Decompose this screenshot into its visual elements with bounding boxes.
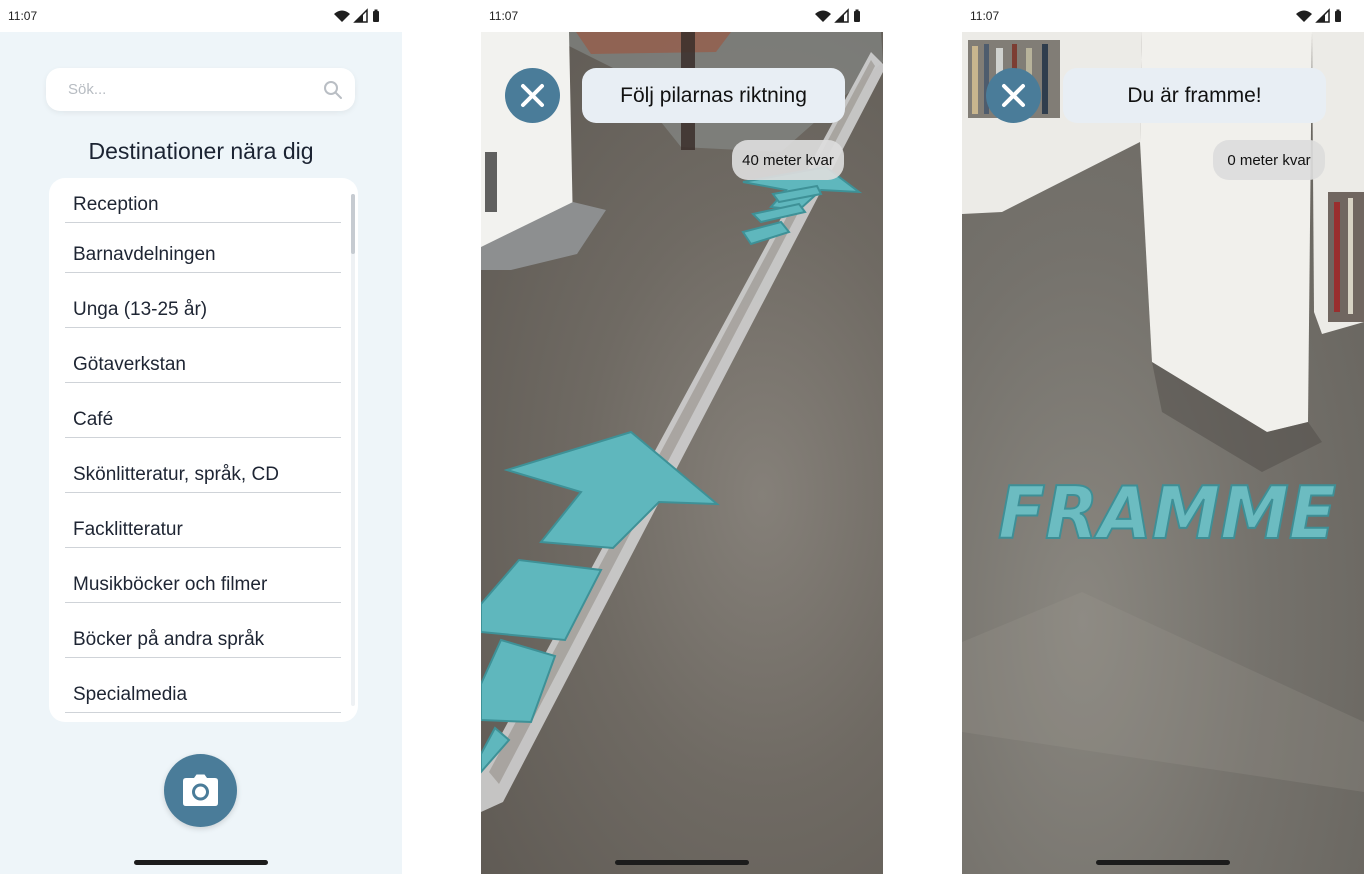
destination-item-musikbocker[interactable]: Musikböcker och filmer — [65, 548, 341, 603]
destination-item-gotaverkstan[interactable]: Götaverkstan — [65, 328, 341, 383]
destination-item-skonlitteratur[interactable]: Skönlitteratur, språk, CD — [65, 438, 341, 493]
status-time: 11:07 — [489, 9, 519, 23]
destination-item-specialmedia[interactable]: Specialmedia — [65, 658, 341, 713]
status-bar: 11:07 — [481, 0, 883, 32]
ar-framme-sign: FRAMME — [997, 470, 1337, 556]
distance-remaining: 40 meter kvar — [732, 140, 844, 180]
floor-reflection — [962, 592, 1364, 792]
destination-item-cafe[interactable]: Café — [65, 383, 341, 438]
destination-card: Reception Barnavdelningen Unga (13-25 år… — [49, 178, 358, 722]
arrival-banner: Du är framme! — [1063, 68, 1326, 123]
wifi-icon — [815, 10, 831, 22]
search-box[interactable] — [46, 68, 355, 111]
battery-icon — [854, 11, 860, 22]
camera-icon — [183, 774, 218, 806]
wifi-icon — [1296, 10, 1312, 22]
home-indicator[interactable] — [134, 860, 268, 865]
scrollbar-thumb[interactable] — [351, 194, 355, 254]
search-icon[interactable] — [323, 80, 343, 100]
status-icons — [815, 8, 860, 23]
list-screen-body: Destinationer nära dig Reception Barnavd… — [0, 32, 402, 874]
home-indicator[interactable] — [1096, 860, 1230, 865]
status-icons — [334, 8, 379, 23]
status-icons — [1296, 8, 1341, 23]
section-title: Destinationer nära dig — [88, 138, 314, 164]
close-button[interactable] — [986, 68, 1041, 123]
ar-navigation-screen: 11:07 Följ pilarnas riktning 40 meter kv… — [481, 0, 883, 874]
instruction-banner: Följ pilarnas riktning — [582, 68, 845, 123]
destination-label: Café — [73, 409, 114, 430]
status-time: 11:07 — [8, 9, 38, 23]
home-indicator[interactable] — [615, 860, 749, 865]
close-button[interactable] — [505, 68, 560, 123]
destination-label: Facklitteratur — [73, 519, 183, 540]
ar-arrival-screen: 11:07 FRAMME Du är framme! 0 meter kvar — [962, 0, 1364, 874]
destination-label: Specialmedia — [73, 684, 188, 705]
wifi-icon — [334, 10, 350, 22]
battery-icon — [373, 11, 379, 22]
status-bar: 11:07 — [962, 0, 1364, 32]
destination-label: Musikböcker och filmer — [73, 574, 268, 595]
destination-label: Barnavdelningen — [73, 244, 216, 265]
search-input[interactable] — [68, 68, 318, 111]
camera-view[interactable]: FRAMME Du är framme! 0 meter kvar — [962, 32, 1364, 874]
destination-item-barnavdelningen[interactable]: Barnavdelningen — [65, 223, 341, 273]
scrollbar-track[interactable] — [351, 194, 355, 706]
destination-label: Reception — [73, 194, 159, 215]
status-time: 11:07 — [970, 9, 1000, 23]
destination-label: Böcker på andra språk — [73, 629, 265, 650]
brick-wall — [576, 32, 731, 54]
divider — [65, 712, 341, 713]
destination-list-screen: 11:07 Destinationer nära dig Reception B… — [0, 0, 402, 874]
destination-item-facklitteratur[interactable]: Facklitteratur — [65, 493, 341, 548]
battery-icon — [1335, 11, 1341, 22]
destination-item-unga[interactable]: Unga (13-25 år) — [65, 273, 341, 328]
camera-button[interactable] — [164, 754, 237, 827]
close-icon — [1002, 84, 1025, 107]
destination-item-reception[interactable]: Reception — [65, 178, 341, 223]
destination-label: Unga (13-25 år) — [73, 299, 208, 320]
distance-remaining: 0 meter kvar — [1213, 140, 1325, 180]
destination-label: Skönlitteratur, språk, CD — [73, 464, 279, 485]
ar-label-text: FRAMME — [998, 471, 1336, 555]
status-bar: 11:07 — [0, 0, 402, 32]
camera-view[interactable]: Följ pilarnas riktning 40 meter kvar — [481, 32, 883, 874]
close-icon — [521, 84, 544, 107]
destination-label: Götaverkstan — [73, 354, 186, 375]
destination-item-bocker-andra-sprak[interactable]: Böcker på andra språk — [65, 603, 341, 658]
